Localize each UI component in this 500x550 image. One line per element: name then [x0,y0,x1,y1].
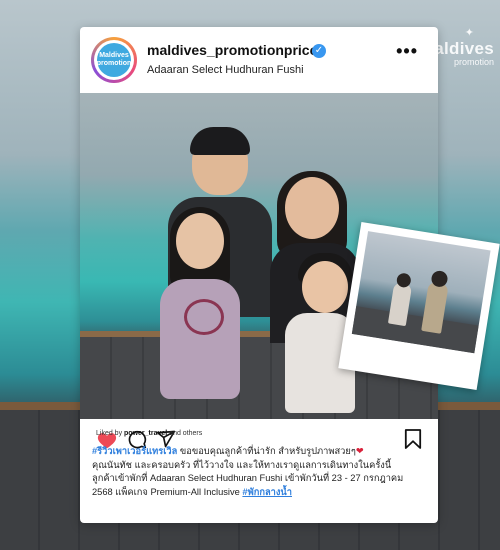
hashtag-link[interactable]: #รีวิวเพาเวอร์แทรเวิล [92,446,177,456]
more-horizontal-icon[interactable]: ••• [396,41,418,62]
post-caption: #รีวิวเพาเวอร์แทรเวิล ขอขอบคุณลูกค้าที่น… [92,446,404,497]
avatar[interactable]: Maldives promotion [91,37,137,83]
verified-badge-icon: ✓ [312,44,326,58]
post-username[interactable]: maldives_promotionprice [147,42,317,58]
hashtag-link[interactable]: #พักกลางน้ำ [242,487,292,497]
post-location[interactable]: Adaaran Select Hudhuran Fushi [147,64,304,76]
liked-by-text[interactable]: Liked by power_travel and others [96,430,202,437]
heart-emoji: ❤ [355,446,364,456]
polaroid-photo [338,221,500,391]
avatar-logo: Maldives promotion [97,43,131,77]
post-header: Maldives promotion maldives_promotionpri… [80,27,438,93]
